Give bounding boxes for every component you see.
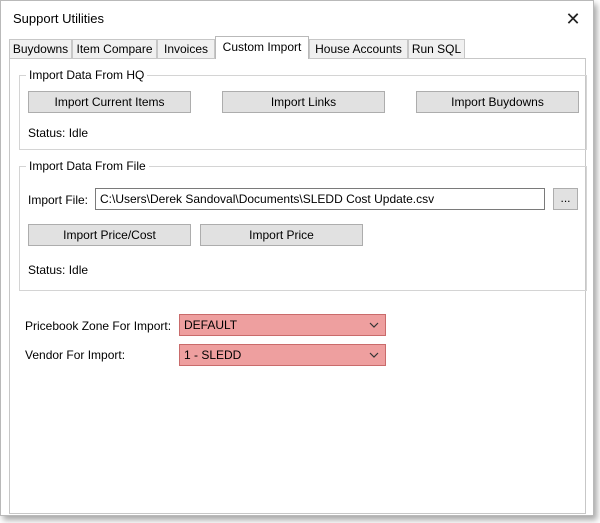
- chevron-down-icon: [369, 322, 379, 328]
- tab-run-sql[interactable]: Run SQL: [408, 39, 465, 58]
- import-price-cost-button[interactable]: Import Price/Cost: [28, 224, 191, 246]
- close-icon[interactable]: ✕: [561, 7, 585, 31]
- vendor-select[interactable]: 1 - SLEDD: [179, 344, 386, 366]
- pricebook-zone-select[interactable]: DEFAULT: [179, 314, 386, 336]
- import-current-items-button[interactable]: Import Current Items: [28, 91, 191, 113]
- vendor-label: Vendor For Import:: [25, 348, 126, 362]
- import-file-label: Import File:: [28, 193, 89, 207]
- tab-buydowns[interactable]: Buydowns: [9, 39, 72, 58]
- group-title: Import Data From HQ: [26, 68, 148, 82]
- pricebook-zone-value: DEFAULT: [184, 318, 238, 332]
- hq-status-text: Status: Idle: [28, 126, 89, 140]
- group-title: Import Data From File: [26, 159, 149, 173]
- tab-house-accounts[interactable]: House Accounts: [309, 39, 408, 58]
- import-buydowns-button[interactable]: Import Buydowns: [416, 91, 579, 113]
- import-from-file-group: Import Data From File Import File: C:\Us…: [19, 159, 587, 291]
- window-title: Support Utilities: [13, 11, 105, 26]
- tab-custom-import[interactable]: Custom Import: [215, 36, 309, 59]
- file-status-text: Status: Idle: [28, 263, 89, 277]
- chevron-down-icon: [369, 352, 379, 358]
- import-from-hq-group: Import Data From HQ Import Current Items…: [19, 68, 587, 150]
- import-file-field[interactable]: C:\Users\Derek Sandoval\Documents\SLEDD …: [95, 188, 545, 210]
- support-utilities-window: Support Utilities ✕ Buydowns Item Compar…: [0, 0, 594, 516]
- browse-button[interactable]: ...: [553, 188, 578, 210]
- import-links-button[interactable]: Import Links: [222, 91, 385, 113]
- import-price-button[interactable]: Import Price: [200, 224, 363, 246]
- tab-item-compare[interactable]: Item Compare: [72, 39, 157, 58]
- vendor-value: 1 - SLEDD: [184, 348, 242, 362]
- tab-invoices[interactable]: Invoices: [157, 39, 215, 58]
- title-bar: Support Utilities ✕: [1, 1, 593, 37]
- custom-import-panel: Import Data From HQ Import Current Items…: [9, 58, 587, 514]
- pricebook-zone-label: Pricebook Zone For Import:: [25, 319, 172, 333]
